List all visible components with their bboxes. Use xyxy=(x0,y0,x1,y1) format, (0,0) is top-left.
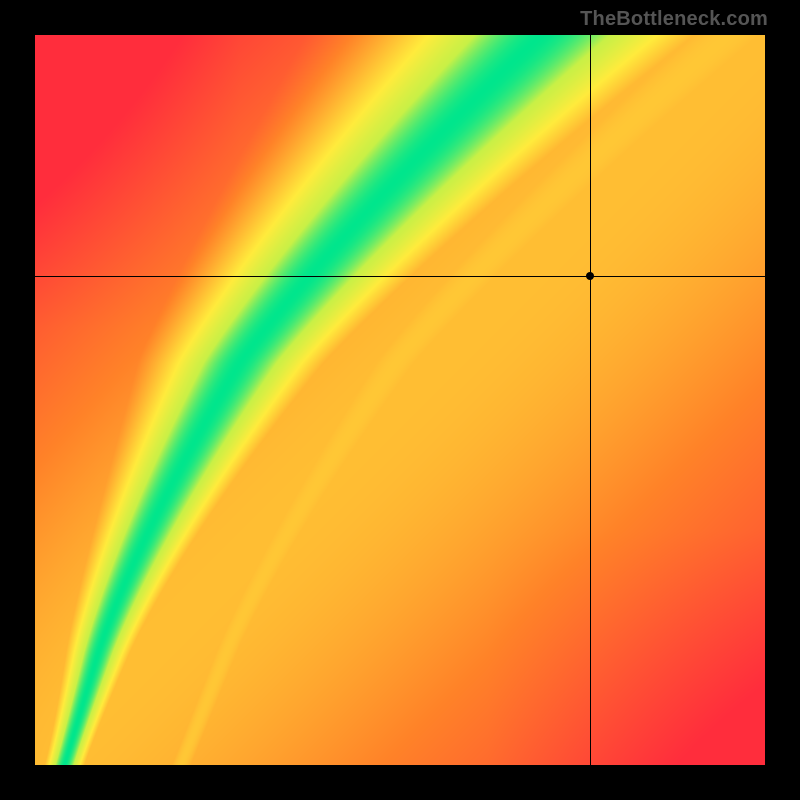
heatmap-plot xyxy=(35,35,765,765)
crosshair-point xyxy=(586,272,594,280)
chart-frame: TheBottleneck.com xyxy=(0,0,800,800)
crosshair-horizontal xyxy=(35,276,765,277)
crosshair-vertical xyxy=(590,35,591,765)
watermark-text: TheBottleneck.com xyxy=(580,8,768,31)
heatmap-canvas xyxy=(35,35,765,765)
